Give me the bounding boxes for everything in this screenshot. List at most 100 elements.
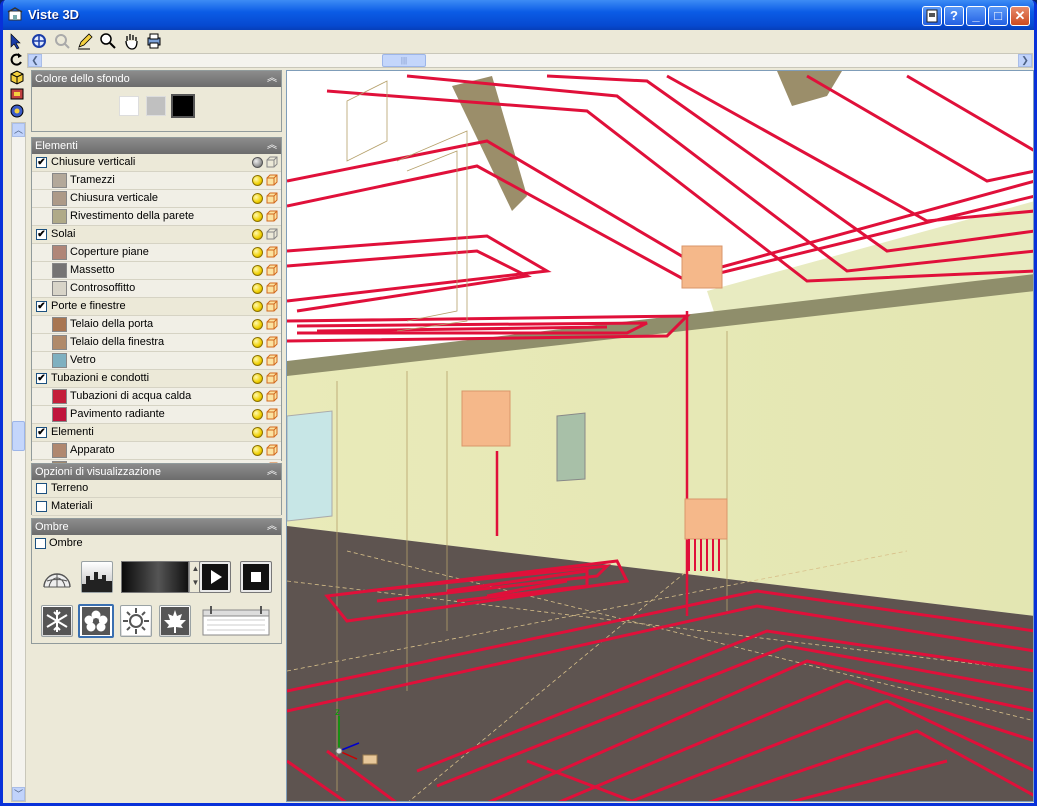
- summer-button[interactable]: [120, 605, 152, 637]
- visibility-bulb-icon[interactable]: [252, 409, 263, 420]
- element-group-row[interactable]: Solai: [32, 226, 281, 244]
- display-option-row[interactable]: Materiali: [32, 498, 281, 516]
- cube-view-icon[interactable]: [9, 69, 25, 85]
- background-color-swatch[interactable]: [171, 94, 195, 118]
- elements-header[interactable]: Elementi ︽: [32, 138, 281, 154]
- material-color-swatch[interactable]: [52, 281, 67, 296]
- help-button[interactable]: ?: [944, 6, 964, 26]
- element-group-checkbox[interactable]: [36, 373, 47, 384]
- transparency-cube-icon[interactable]: [266, 174, 278, 186]
- sun-dome-button[interactable]: [41, 561, 73, 593]
- visibility-bulb-icon[interactable]: [252, 193, 263, 204]
- horizontal-scrollbar[interactable]: ❮ ||| ❯: [27, 53, 1033, 68]
- winter-button[interactable]: [41, 605, 73, 637]
- skyline-button[interactable]: [81, 561, 113, 593]
- visibility-bulb-icon[interactable]: [252, 319, 263, 330]
- material-color-swatch[interactable]: [52, 209, 67, 224]
- element-group-checkbox[interactable]: [36, 157, 47, 168]
- visibility-bulb-icon[interactable]: [252, 337, 263, 348]
- material-color-swatch[interactable]: [52, 443, 67, 458]
- material-color-swatch[interactable]: [52, 353, 67, 368]
- transparency-cube-icon[interactable]: [266, 192, 278, 204]
- vertical-scrollbar[interactable]: ︿ ﹀: [11, 122, 26, 802]
- visibility-bulb-icon[interactable]: [252, 373, 263, 384]
- transparency-cube-icon[interactable]: [266, 156, 278, 168]
- visibility-bulb-icon[interactable]: [252, 283, 263, 294]
- vertical-scroll-thumb[interactable]: [12, 421, 25, 451]
- scroll-down-button[interactable]: ﹀: [12, 787, 25, 801]
- element-item-row[interactable]: Tubazioni di acqua calda: [32, 388, 281, 406]
- material-color-swatch[interactable]: [52, 335, 67, 350]
- print-icon[interactable]: [145, 32, 163, 50]
- pencil-icon[interactable]: [76, 32, 94, 50]
- element-group-row[interactable]: Porte e finestre: [32, 298, 281, 316]
- transparency-cube-icon[interactable]: [266, 354, 278, 366]
- shadows-checkbox[interactable]: [35, 538, 46, 549]
- transparency-cube-icon[interactable]: [266, 318, 278, 330]
- transparency-cube-icon[interactable]: [266, 300, 278, 312]
- visibility-bulb-icon[interactable]: [252, 247, 263, 258]
- transparency-cube-icon[interactable]: [266, 282, 278, 294]
- scroll-up-button[interactable]: ︿: [12, 123, 25, 137]
- transparency-cube-icon[interactable]: [266, 390, 278, 402]
- orbit-view-icon[interactable]: [9, 103, 25, 119]
- collapse-chevron-icon[interactable]: ︽: [267, 464, 277, 480]
- stop-button[interactable]: [240, 561, 272, 593]
- display-option-checkbox[interactable]: [36, 483, 47, 494]
- display-option-row[interactable]: Terreno: [32, 480, 281, 498]
- pointer-icon[interactable]: [7, 32, 25, 50]
- transparency-cube-icon[interactable]: [266, 408, 278, 420]
- visibility-bulb-icon[interactable]: [252, 211, 263, 222]
- horizontal-scroll-thumb[interactable]: |||: [382, 54, 426, 67]
- render-view-icon[interactable]: [9, 86, 25, 102]
- element-item-row[interactable]: Tramezzi: [32, 172, 281, 190]
- element-item-row[interactable]: Telaio della porta: [32, 316, 281, 334]
- element-group-checkbox[interactable]: [36, 301, 47, 312]
- scroll-left-button[interactable]: ❮: [28, 54, 42, 67]
- visibility-bulb-icon[interactable]: [252, 355, 263, 366]
- element-item-row[interactable]: Massetto: [32, 262, 281, 280]
- material-color-swatch[interactable]: [52, 263, 67, 278]
- material-color-swatch[interactable]: [52, 407, 67, 422]
- element-item-row[interactable]: Rivestimento della parete: [32, 208, 281, 226]
- element-group-checkbox[interactable]: [36, 229, 47, 240]
- visibility-bulb-icon[interactable]: [252, 265, 263, 276]
- background-color-swatch[interactable]: [119, 96, 139, 116]
- visibility-bulb-icon[interactable]: [252, 427, 263, 438]
- transparency-cube-icon[interactable]: [266, 264, 278, 276]
- element-item-row[interactable]: Telaio della finestra: [32, 334, 281, 352]
- material-color-swatch[interactable]: [52, 317, 67, 332]
- transparency-cube-icon[interactable]: [266, 210, 278, 222]
- material-color-swatch[interactable]: [52, 389, 67, 404]
- shadows-header[interactable]: Ombre ︽: [32, 519, 281, 535]
- transparency-cube-icon[interactable]: [266, 444, 278, 456]
- element-group-checkbox[interactable]: [36, 427, 47, 438]
- play-button[interactable]: [199, 561, 231, 593]
- transparency-cube-icon[interactable]: [266, 372, 278, 384]
- transparency-cube-icon[interactable]: [266, 228, 278, 240]
- zoom-all-icon[interactable]: [30, 32, 48, 50]
- transparency-cube-icon[interactable]: [266, 246, 278, 258]
- element-item-row[interactable]: Coperture piane: [32, 244, 281, 262]
- visibility-bulb-icon[interactable]: [252, 229, 263, 240]
- visibility-bulb-icon[interactable]: [252, 157, 263, 168]
- element-item-row[interactable]: Apparato: [32, 442, 281, 460]
- pan-hand-icon[interactable]: [122, 32, 140, 50]
- element-group-row[interactable]: Elementi: [32, 424, 281, 442]
- rotate-icon[interactable]: [9, 52, 25, 68]
- minimize-button[interactable]: _: [966, 6, 986, 26]
- visibility-bulb-icon[interactable]: [252, 301, 263, 312]
- element-item-row[interactable]: Chiusura verticale: [32, 190, 281, 208]
- material-color-swatch[interactable]: [52, 191, 67, 206]
- spring-button[interactable]: [78, 604, 114, 638]
- 3d-viewport[interactable]: z: [286, 70, 1034, 802]
- collapse-chevron-icon[interactable]: ︽: [267, 71, 277, 87]
- element-item-row[interactable]: Vetro: [32, 352, 281, 370]
- close-button[interactable]: ✕: [1010, 6, 1030, 26]
- background-color-swatch[interactable]: [146, 96, 166, 116]
- maximize-button[interactable]: □: [988, 6, 1008, 26]
- transparency-cube-icon[interactable]: [266, 336, 278, 348]
- calendar-button[interactable]: [201, 605, 271, 637]
- display-options-header[interactable]: Opzioni di visualizzazione ︽: [32, 464, 281, 480]
- element-group-row[interactable]: Chiusure verticali: [32, 154, 281, 172]
